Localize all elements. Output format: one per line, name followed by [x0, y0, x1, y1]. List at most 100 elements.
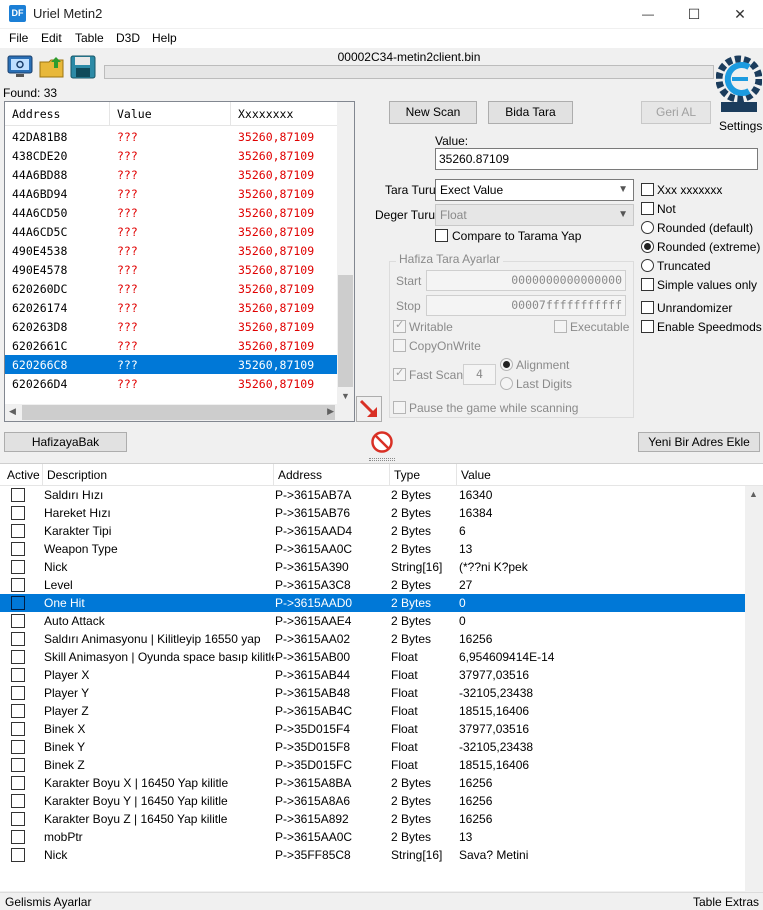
- active-checkbox[interactable]: [11, 488, 25, 502]
- address-table-row[interactable]: Binek Z P->35D015FC Float 18515,16406: [0, 756, 745, 774]
- last-digits-radio[interactable]: [500, 377, 513, 390]
- copyonwrite-label[interactable]: CopyOnWrite: [409, 339, 481, 353]
- last-digits-label[interactable]: Last Digits: [516, 377, 572, 391]
- active-checkbox[interactable]: [11, 704, 25, 718]
- address-table-row[interactable]: Karakter Boyu Y | 16450 Yap kilitle P->36…: [0, 792, 745, 810]
- results-row[interactable]: 620263D8??? 35260,87109: [5, 317, 338, 336]
- advanced-options-link[interactable]: Gelismis Ayarlar: [5, 895, 91, 909]
- results-horizontal-scrollbar[interactable]: ◀ ▶: [5, 404, 354, 421]
- rounded-extreme-label[interactable]: Rounded (extreme): [657, 240, 760, 254]
- address-table-row[interactable]: Player Y P->3615AB48 Float -32105,23438: [0, 684, 745, 702]
- fast-scan-label[interactable]: Fast Scan: [409, 368, 463, 382]
- menu-table[interactable]: Table: [75, 31, 104, 45]
- results-row[interactable]: 44A6CD5C??? 35260,87109: [5, 222, 338, 241]
- results-row[interactable]: 620266D4??? 35260,87109: [5, 374, 338, 393]
- scan-type-select[interactable]: Exect Value ▼: [435, 179, 634, 201]
- col-value[interactable]: Value: [461, 468, 491, 482]
- copyonwrite-checkbox[interactable]: [393, 339, 406, 352]
- address-table-row[interactable]: Binek Y P->35D015F8 Float -32105,23438: [0, 738, 745, 756]
- results-row[interactable]: 44A6CD50??? 35260,87109: [5, 203, 338, 222]
- results-row[interactable]: 42DA81B8??? 35260,87109: [5, 127, 338, 146]
- address-table-row[interactable]: mobPtr P->3615AA0C 2 Bytes 13: [0, 828, 745, 846]
- results-col-previous[interactable]: Xxxxxxxx: [238, 107, 293, 121]
- executable-label[interactable]: Executable: [570, 320, 629, 334]
- results-row[interactable]: 62026174??? 35260,87109: [5, 298, 338, 317]
- address-table-row[interactable]: Nick P->3615A390 String[16] (*??ni K?pek: [0, 558, 745, 576]
- chevron-down-icon[interactable]: ▼: [341, 391, 350, 401]
- active-checkbox[interactable]: [11, 812, 25, 826]
- clear-list-button[interactable]: [370, 430, 394, 454]
- address-table-row[interactable]: Level P->3615A3C8 2 Bytes 27: [0, 576, 745, 594]
- address-table-row[interactable]: Player Z P->3615AB4C Float 18515,16406: [0, 702, 745, 720]
- results-row[interactable]: 44A6BD94??? 35260,87109: [5, 184, 338, 203]
- splitter-handle[interactable]: [369, 458, 395, 461]
- next-scan-button[interactable]: Bida Tara: [488, 101, 573, 124]
- speedmods-checkbox[interactable]: [641, 320, 654, 333]
- fast-scan-alignment-input[interactable]: 4: [463, 364, 496, 385]
- scan-value-input[interactable]: 35260.87109: [435, 148, 758, 170]
- active-checkbox[interactable]: [11, 776, 25, 790]
- fast-scan-checkbox[interactable]: [393, 366, 406, 381]
- address-table-row[interactable]: Karakter Tipi P->3615AAD4 2 Bytes 6: [0, 522, 745, 540]
- truncated-radio[interactable]: [641, 259, 654, 272]
- not-label[interactable]: Not: [657, 202, 676, 216]
- truncated-label[interactable]: Truncated: [657, 259, 711, 273]
- results-row[interactable]: 620260DC??? 35260,87109: [5, 279, 338, 298]
- minimize-button[interactable]: —: [625, 0, 671, 28]
- xxx-label[interactable]: Xxx xxxxxxx: [657, 183, 722, 197]
- chevron-left-icon[interactable]: ◀: [9, 406, 16, 417]
- active-checkbox[interactable]: [11, 560, 25, 574]
- writable-label[interactable]: Writable: [409, 320, 453, 334]
- maximize-button[interactable]: ☐: [671, 0, 717, 28]
- address-table-row[interactable]: Weapon Type P->3615AA0C 2 Bytes 13: [0, 540, 745, 558]
- address-table-row[interactable]: Hareket Hızı P->3615AB76 2 Bytes 16384: [0, 504, 745, 522]
- active-checkbox[interactable]: [11, 758, 25, 772]
- compare-checkbox[interactable]: [435, 229, 448, 242]
- menu-file[interactable]: File: [9, 31, 28, 45]
- active-checkbox[interactable]: [11, 650, 25, 664]
- compare-label[interactable]: Compare to Tarama Yap: [452, 229, 581, 243]
- cheat-engine-logo-button[interactable]: [715, 47, 763, 117]
- scan-results-list[interactable]: Address Value Xxxxxxxx 42DA81B8??? 35260,…: [4, 101, 355, 422]
- address-table[interactable]: Active Description Address Type Value Sa…: [0, 463, 763, 891]
- results-row[interactable]: 6202661C??? 35260,87109: [5, 336, 338, 355]
- active-checkbox[interactable]: [11, 506, 25, 520]
- active-checkbox[interactable]: [11, 596, 25, 610]
- not-checkbox[interactable]: [641, 202, 654, 215]
- speedmods-label[interactable]: Enable Speedmods: [657, 320, 762, 334]
- results-vertical-scrollbar[interactable]: ▼: [337, 102, 354, 404]
- active-checkbox[interactable]: [11, 614, 25, 628]
- chevron-up-icon[interactable]: ▲: [749, 489, 758, 499]
- menu-d3d[interactable]: D3D: [116, 31, 140, 45]
- active-checkbox[interactable]: [11, 524, 25, 538]
- active-checkbox[interactable]: [11, 830, 25, 844]
- col-address[interactable]: Address: [278, 468, 322, 482]
- active-checkbox[interactable]: [11, 794, 25, 808]
- simple-values-checkbox[interactable]: [641, 278, 654, 291]
- alignment-label[interactable]: Alignment: [516, 358, 569, 372]
- active-checkbox[interactable]: [11, 668, 25, 682]
- start-address-input[interactable]: 0000000000000000: [426, 270, 626, 291]
- active-checkbox[interactable]: [11, 542, 25, 556]
- address-table-row[interactable]: Karakter Boyu Z | 16450 Yap kilitle P->36…: [0, 810, 745, 828]
- col-active[interactable]: Active: [7, 468, 40, 482]
- executable-checkbox[interactable]: [554, 320, 567, 333]
- pause-game-checkbox[interactable]: [393, 401, 406, 414]
- address-table-row[interactable]: Skill Animasyon | Oyunda space basıp kil…: [0, 648, 745, 666]
- address-table-row[interactable]: Auto Attack P->3615AAE4 2 Bytes 0: [0, 612, 745, 630]
- xxx-checkbox[interactable]: [641, 183, 654, 196]
- address-table-row[interactable]: Binek X P->35D015F4 Float 37977,03516: [0, 720, 745, 738]
- active-checkbox[interactable]: [11, 686, 25, 700]
- results-col-address[interactable]: Address: [12, 107, 60, 121]
- open-file-button[interactable]: [37, 53, 67, 81]
- active-checkbox[interactable]: [11, 632, 25, 646]
- col-description[interactable]: Description: [47, 468, 107, 482]
- results-hscroll-thumb[interactable]: [22, 405, 335, 420]
- undo-scan-button[interactable]: Geri AL: [641, 101, 711, 124]
- add-to-list-button[interactable]: [356, 396, 382, 422]
- unrandomizer-label[interactable]: Unrandomizer: [657, 301, 732, 315]
- new-scan-button[interactable]: New Scan: [389, 101, 477, 124]
- pause-game-label[interactable]: Pause the game while scanning: [409, 401, 578, 415]
- address-table-row[interactable]: Karakter Boyu X | 16450 Yap kilitle P->36…: [0, 774, 745, 792]
- writable-checkbox[interactable]: [393, 318, 406, 333]
